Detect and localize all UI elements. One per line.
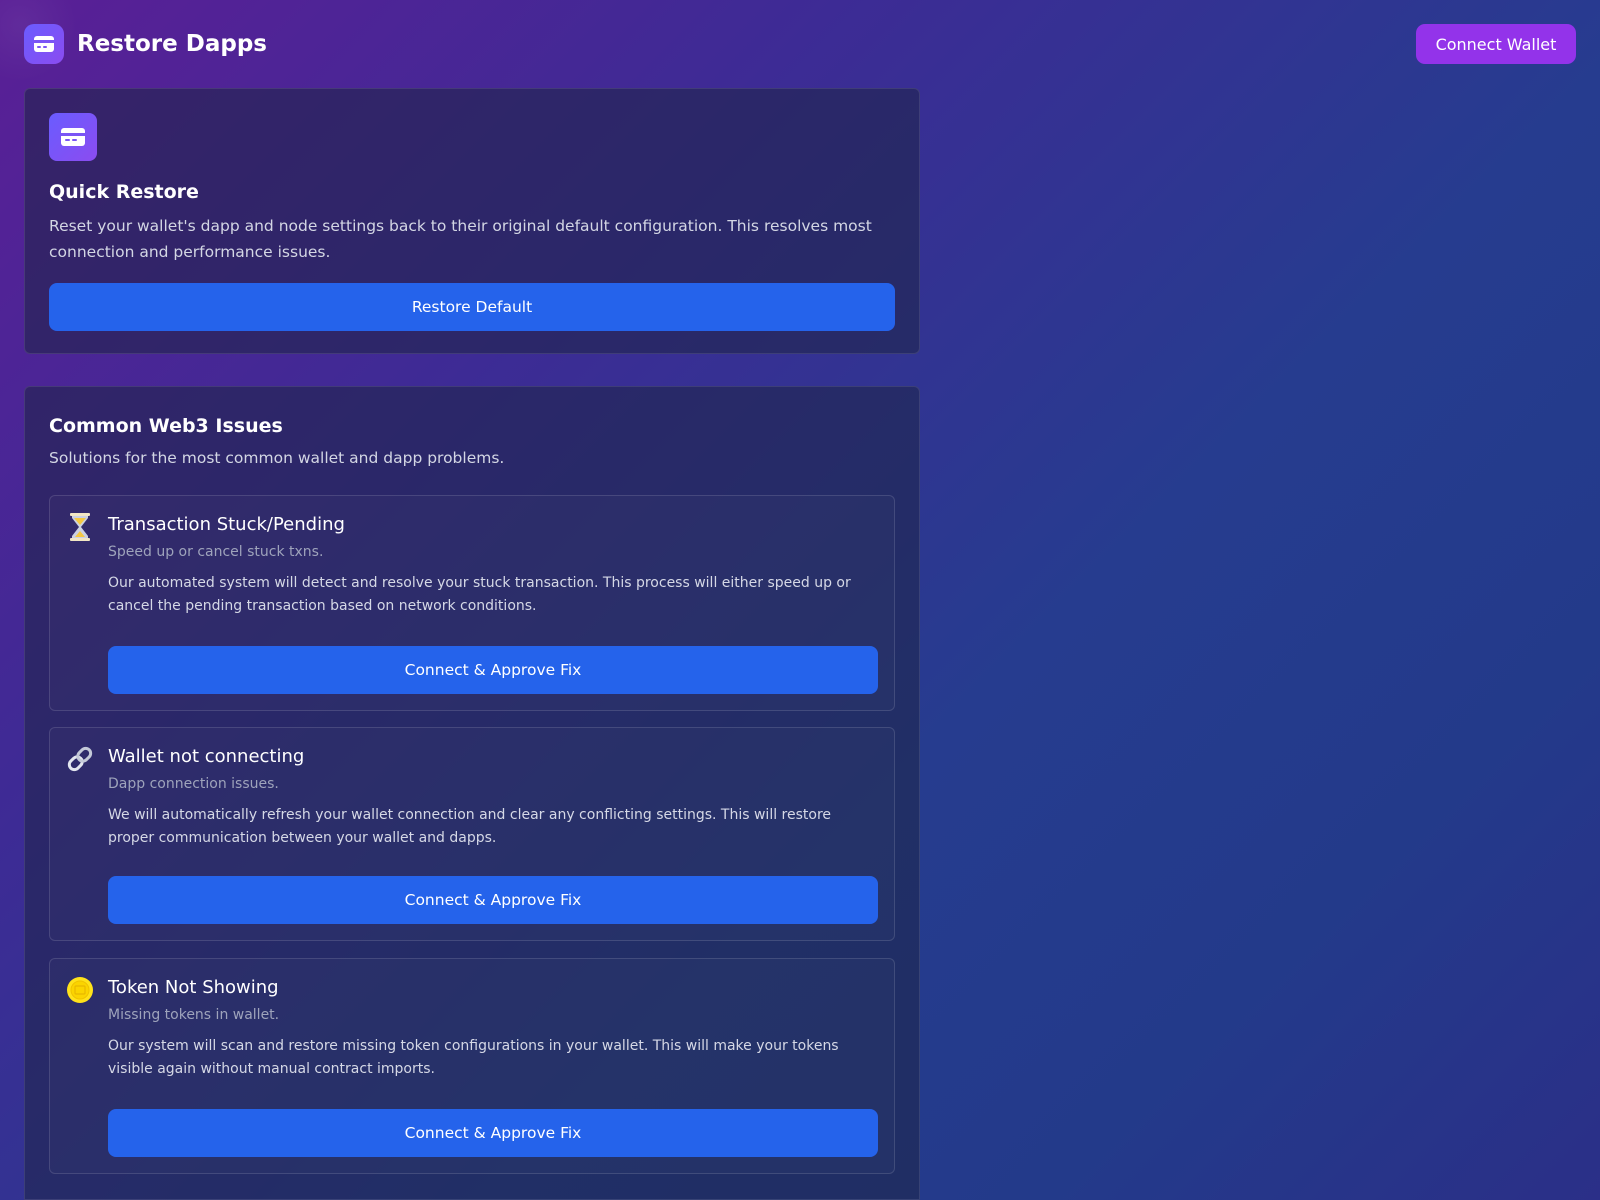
link-icon [66, 744, 94, 774]
hourglass-icon [66, 512, 94, 542]
issue-description: Our automated system will detect and res… [108, 575, 851, 614]
quick-restore-title: Quick Restore [49, 181, 199, 203]
card-icon [24, 24, 64, 64]
issue-content: Token Not Showing Missing tokens in wall… [108, 977, 878, 1081]
connect-wallet-button[interactable]: Connect Wallet [1416, 24, 1576, 64]
issue-transaction-stuck: Transaction Stuck/Pending Speed up or ca… [49, 495, 895, 711]
issues-subtitle: Solutions for the most common wallet and… [49, 449, 505, 467]
approve-fix-button[interactable]: Connect & Approve Fix [108, 646, 878, 694]
issue-content: Wallet not connecting Dapp connection is… [108, 746, 878, 850]
issue-wallet-not-connecting: Wallet not connecting Dapp connection is… [49, 727, 895, 941]
issues-title: Common Web3 Issues [49, 415, 283, 437]
issue-title: Wallet not connecting [108, 746, 305, 767]
issue-subtitle: Speed up or cancel stuck txns. [108, 544, 324, 560]
restore-default-button[interactable]: Restore Default [49, 283, 895, 331]
issue-title: Transaction Stuck/Pending [108, 514, 345, 535]
header: Restore Dapps Connect Wallet [24, 24, 1576, 64]
issue-content: Transaction Stuck/Pending Speed up or ca… [108, 514, 878, 618]
issue-description: Our system will scan and restore missing… [108, 1038, 839, 1077]
issue-subtitle: Dapp connection issues. [108, 776, 279, 792]
approve-fix-button[interactable]: Connect & Approve Fix [108, 876, 878, 924]
issue-description: We will automatically refresh your walle… [108, 807, 832, 846]
card-icon [49, 113, 97, 161]
issue-title: Token Not Showing [108, 977, 279, 998]
approve-fix-button[interactable]: Connect & Approve Fix [108, 1109, 878, 1157]
common-issues-card: Common Web3 Issues Solutions for the mos… [24, 386, 920, 1200]
quick-restore-description: Reset your wallet's dapp and node settin… [49, 217, 872, 261]
app-title: Restore Dapps [77, 31, 267, 57]
issue-subtitle: Missing tokens in wallet. [108, 1007, 280, 1023]
issue-token-not-showing: Token Not Showing Missing tokens in wall… [49, 958, 895, 1174]
brand: Restore Dapps [24, 24, 267, 64]
quick-restore-card: Quick Restore Reset your wallet's dapp a… [24, 88, 920, 354]
coin-icon [66, 975, 94, 1005]
